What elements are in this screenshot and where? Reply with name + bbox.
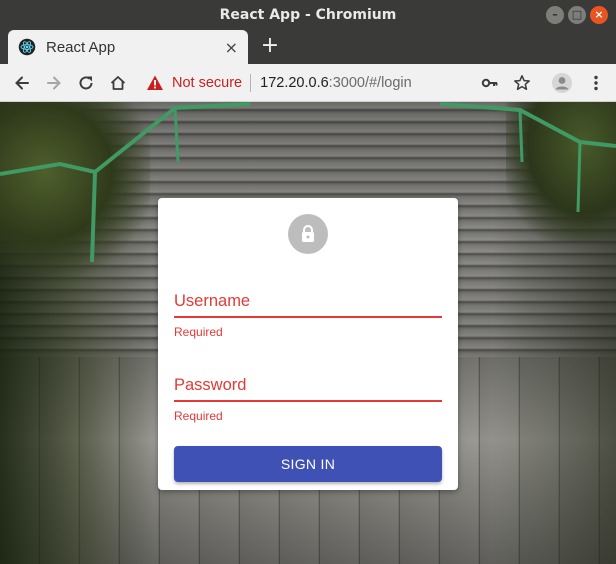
passwords-button[interactable] (478, 71, 502, 95)
lock-icon (302, 225, 314, 242)
page-viewport: Username Required Password Required SIGN… (0, 102, 616, 564)
window-controls: – □ × (546, 6, 608, 24)
password-label[interactable]: Password (174, 372, 442, 398)
menu-dots-icon (594, 75, 598, 91)
close-window-button[interactable]: × (590, 6, 608, 24)
url-host: 172.20.0.6 (260, 75, 329, 91)
tab-title: React App (46, 38, 116, 56)
url-path: :3000/#/login (328, 75, 412, 91)
username-label[interactable]: Username (174, 288, 442, 314)
home-icon (110, 76, 126, 90)
username-field[interactable]: Username Required (174, 288, 442, 339)
sign-in-button[interactable]: SIGN IN (174, 446, 442, 482)
key-icon (481, 78, 498, 88)
tab-close-icon[interactable]: × (225, 38, 238, 57)
forward-button[interactable] (42, 71, 66, 95)
password-field[interactable]: Password Required (174, 372, 442, 423)
tab-react-app[interactable]: React App × (8, 30, 248, 64)
back-arrow-icon (15, 76, 29, 90)
new-tab-button[interactable]: + (260, 34, 280, 58)
password-helper-text: Required (174, 409, 223, 423)
username-input[interactable] (174, 314, 442, 318)
star-icon (514, 75, 530, 91)
profile-button[interactable] (550, 71, 574, 95)
maximize-button[interactable]: □ (568, 6, 586, 24)
browser-toolbar: Not secure 172.20.0.6:3000/#/login (0, 64, 616, 102)
tab-strip: React App × + (0, 30, 616, 64)
warning-icon[interactable] (146, 74, 164, 92)
window-title: React App - Chromium (219, 7, 397, 23)
reload-button[interactable] (74, 71, 98, 95)
home-button[interactable] (106, 71, 130, 95)
not-secure-label[interactable]: Not secure (172, 75, 242, 91)
password-input[interactable] (174, 398, 442, 402)
login-card: Username Required Password Required SIGN… (158, 198, 458, 490)
bookmark-button[interactable] (510, 71, 534, 95)
profile-icon (552, 73, 572, 93)
omnibox-separator (250, 74, 252, 92)
lock-avatar (288, 214, 328, 254)
menu-button[interactable] (584, 71, 608, 95)
react-logo-icon (18, 38, 36, 56)
minimize-button[interactable]: – (546, 6, 564, 24)
reload-icon (79, 76, 93, 90)
back-button[interactable] (10, 71, 34, 95)
window-titlebar: React App - Chromium – □ × (0, 0, 616, 30)
forward-arrow-icon (47, 76, 61, 90)
username-helper-text: Required (174, 325, 223, 339)
